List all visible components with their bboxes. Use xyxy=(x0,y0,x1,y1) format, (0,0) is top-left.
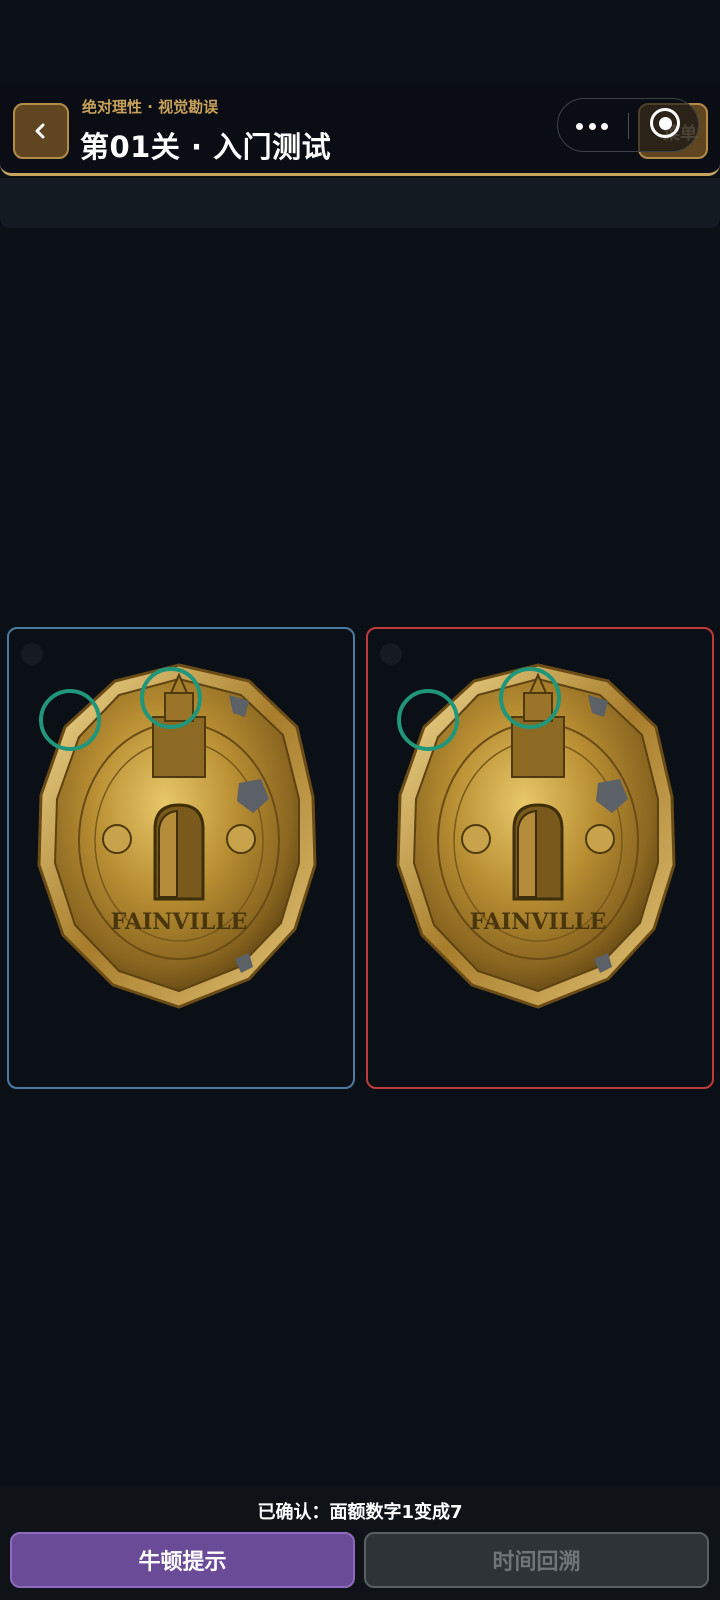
capsule-divider xyxy=(628,113,629,139)
chevron-left-icon xyxy=(35,123,45,139)
coin-text: FAINVILLE xyxy=(111,909,248,935)
rewind-button-label: 时间回溯 xyxy=(492,1550,581,1575)
game-screen: 绝对理性 · 视觉勘误 第01关 · 入门测试 菜单 xyxy=(0,0,720,1600)
found-difference-marker[interactable] xyxy=(499,667,561,729)
level-header: 绝对理性 · 视觉勘误 第01关 · 入门测试 菜单 xyxy=(0,84,720,176)
confirmed-status: 已确认：面额数字1变成7 xyxy=(257,1502,463,1523)
level-title: 第01关 · 入门测试 xyxy=(80,130,332,164)
record-icon[interactable] xyxy=(650,108,680,138)
level-subtitle: 绝对理性 · 视觉勘误 xyxy=(82,98,219,116)
found-difference-marker[interactable] xyxy=(140,667,202,729)
header-sub-band xyxy=(0,178,720,228)
time-rewind-button[interactable]: 时间回溯 xyxy=(364,1532,709,1588)
coin-text: FAINVILLE xyxy=(470,909,607,935)
newton-hint-button[interactable]: 牛顿提示 xyxy=(10,1532,355,1588)
back-button[interactable] xyxy=(13,103,69,159)
hint-button-label: 牛顿提示 xyxy=(138,1550,227,1575)
found-difference-marker[interactable] xyxy=(397,689,459,751)
modified-image-panel[interactable]: FAINVILLE xyxy=(366,627,714,1089)
found-difference-marker[interactable] xyxy=(39,689,101,751)
original-image-panel[interactable]: FAINVILLE xyxy=(7,627,355,1089)
more-dots-icon[interactable] xyxy=(576,113,608,139)
